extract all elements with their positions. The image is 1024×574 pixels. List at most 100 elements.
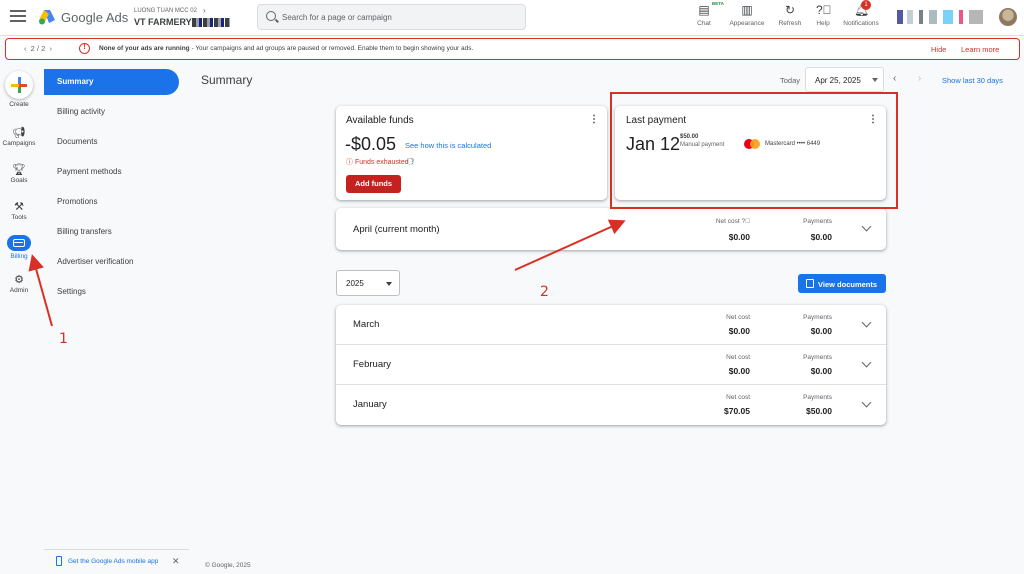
date-range-select[interactable]: Apr 25, 2025 [805,67,884,92]
chat-icon: ▤ [698,3,710,17]
add-funds-button[interactable]: Add funds [346,175,401,193]
billing-card-icon[interactable] [7,235,31,251]
redacted-account-info[interactable] [897,10,989,24]
chevron-right-icon[interactable]: › [49,44,52,53]
current-month-card[interactable]: April (current month) Net cost ?⃝ $0.00 … [336,208,886,250]
net-cost-header: Net cost [726,354,750,361]
avatar[interactable] [999,8,1017,26]
account-name[interactable]: VT FARMERY [134,17,192,27]
dropdown-arrow-icon [386,282,392,286]
rail-campaigns[interactable]: 📢︎ Campaigns [0,126,38,147]
today-label: Today [780,76,801,85]
annotation-number-1: 1 [59,331,68,347]
search-icon [266,11,276,21]
sidenav-item-billing-transfers[interactable]: Billing transfers [44,219,179,245]
alert-message-bold: None of your ads are running [99,45,190,52]
chevron-left-icon[interactable]: ‹ [24,44,27,53]
payments-value: $0.00 [810,366,832,376]
phone-icon [56,556,62,566]
error-icon: ! [79,43,90,54]
alert-message-rest: - Your campaigns and ad groups are pause… [189,45,474,52]
google-ads-logo-icon [39,10,55,25]
sidenav-item-payment-methods[interactable]: Payment methods [44,159,179,185]
appearance-button[interactable]: ▥ Appearance [727,3,767,27]
payments-value: $0.00 [810,232,832,242]
close-icon[interactable]: ✕ [172,556,180,567]
help-label: Help [816,20,830,27]
search-placeholder: Search for a page or campaign [282,13,392,22]
rail-billing-label[interactable]: Billing [0,253,38,260]
payments-value: $50.00 [806,406,832,416]
hide-link[interactable]: Hide [931,45,946,54]
rail-tools[interactable]: ⚒ Tools [0,200,38,221]
net-cost-header-label: Net cost [715,218,740,225]
create-button[interactable] [5,71,33,99]
rail-goals-label: Goals [10,177,28,184]
search-input[interactable]: Search for a page or campaign [257,4,526,30]
show-last-30-days-link[interactable]: Show last 30 days [942,76,1003,85]
help-icon: ?⃝ [816,3,832,17]
rail-goals[interactable]: 🏆︎ Goals [0,163,38,184]
view-documents-button[interactable]: View documents [798,274,886,293]
account-manager-name[interactable]: LUONG TUAN MCC 02 [134,8,197,14]
calculation-link[interactable]: See how this is calculated [405,141,491,150]
help-icon[interactable]: ?⃝ [411,159,414,166]
list-item[interactable]: February Net cost $0.00 Payments $0.00 [336,345,886,385]
learn-more-link[interactable]: Learn more [961,45,999,54]
help-icon[interactable]: ?⃝ [742,218,751,225]
payments-header: Payments [803,314,832,321]
alert-pager-count: 2 / 2 [30,44,46,53]
highlight-box [610,92,898,209]
list-item[interactable]: January Net cost $70.05 Payments $50.00 [336,385,886,425]
alert-banner: ‹ 2 / 2 › ! None of your ads are running… [5,38,1020,60]
available-funds-title: Available funds [346,115,414,126]
mobile-app-link[interactable]: Get the Google Ads mobile app [68,558,158,565]
chevron-down-icon[interactable] [861,357,872,368]
prev-period-button[interactable]: ‹ [893,73,896,84]
refresh-button[interactable]: ↻ Refresh [775,3,805,27]
refresh-label: Refresh [778,20,802,27]
appearance-label: Appearance [729,20,765,27]
alert-pager: ‹ 2 / 2 › [24,44,52,53]
sidenav-item-documents[interactable]: Documents [44,129,179,155]
page-title: Summary [201,73,253,87]
date-value: Apr 25, 2025 [815,76,861,85]
next-period-button[interactable]: › [918,73,921,84]
chat-label: Chat [697,20,711,27]
rail-campaigns-label: Campaigns [2,140,36,147]
document-icon [806,279,814,288]
chat-button[interactable]: ▤ Chat [691,3,717,27]
notifications-label: Notifications [843,20,879,27]
year-select[interactable]: 2025 [336,270,400,296]
payments-header: Payments [803,218,832,225]
funds-status-text: Funds exhausted [354,159,409,166]
chevron-down-icon[interactable] [861,397,872,408]
top-bar: Google Ads LUONG TUAN MCC 02 › VT FARMER… [0,0,1024,36]
sidenav-item-billing-activity[interactable]: Billing activity [44,99,179,125]
chevron-down-icon[interactable] [861,221,872,232]
rail-admin[interactable]: ⚙ Admin [0,273,38,294]
sidenav-item-summary[interactable]: Summary [44,69,179,95]
chevron-right-icon[interactable]: › [203,6,206,15]
year-value: 2025 [346,279,364,288]
help-button[interactable]: ?⃝ Help [812,3,834,27]
sidenav-item-promotions[interactable]: Promotions [44,189,179,215]
month-label: February [353,359,392,370]
annotation-number-2: 2 [540,284,549,300]
sidenav-item-settings[interactable]: Settings [44,279,179,305]
more-vert-icon[interactable]: ⋮ [589,114,599,125]
dropdown-arrow-icon [872,78,878,82]
trophy-icon: 🏆︎ [12,164,26,176]
net-cost-value: $0.00 [728,326,750,336]
create-label[interactable]: Create [0,101,38,108]
net-cost-header: Net cost [726,394,750,401]
refresh-icon: ↻ [784,3,796,17]
brand-name: Google Ads [61,10,129,25]
sidenav-item-advertiser-verification[interactable]: Advertiser verification [44,249,179,275]
menu-icon[interactable] [10,10,26,24]
chevron-down-icon[interactable] [861,317,872,328]
list-item[interactable]: March Net cost $0.00 Payments $0.00 [336,305,886,345]
net-cost-value: $70.05 [724,406,750,416]
notification-count-badge: 1 [861,0,871,10]
view-documents-label: View documents [818,279,878,289]
